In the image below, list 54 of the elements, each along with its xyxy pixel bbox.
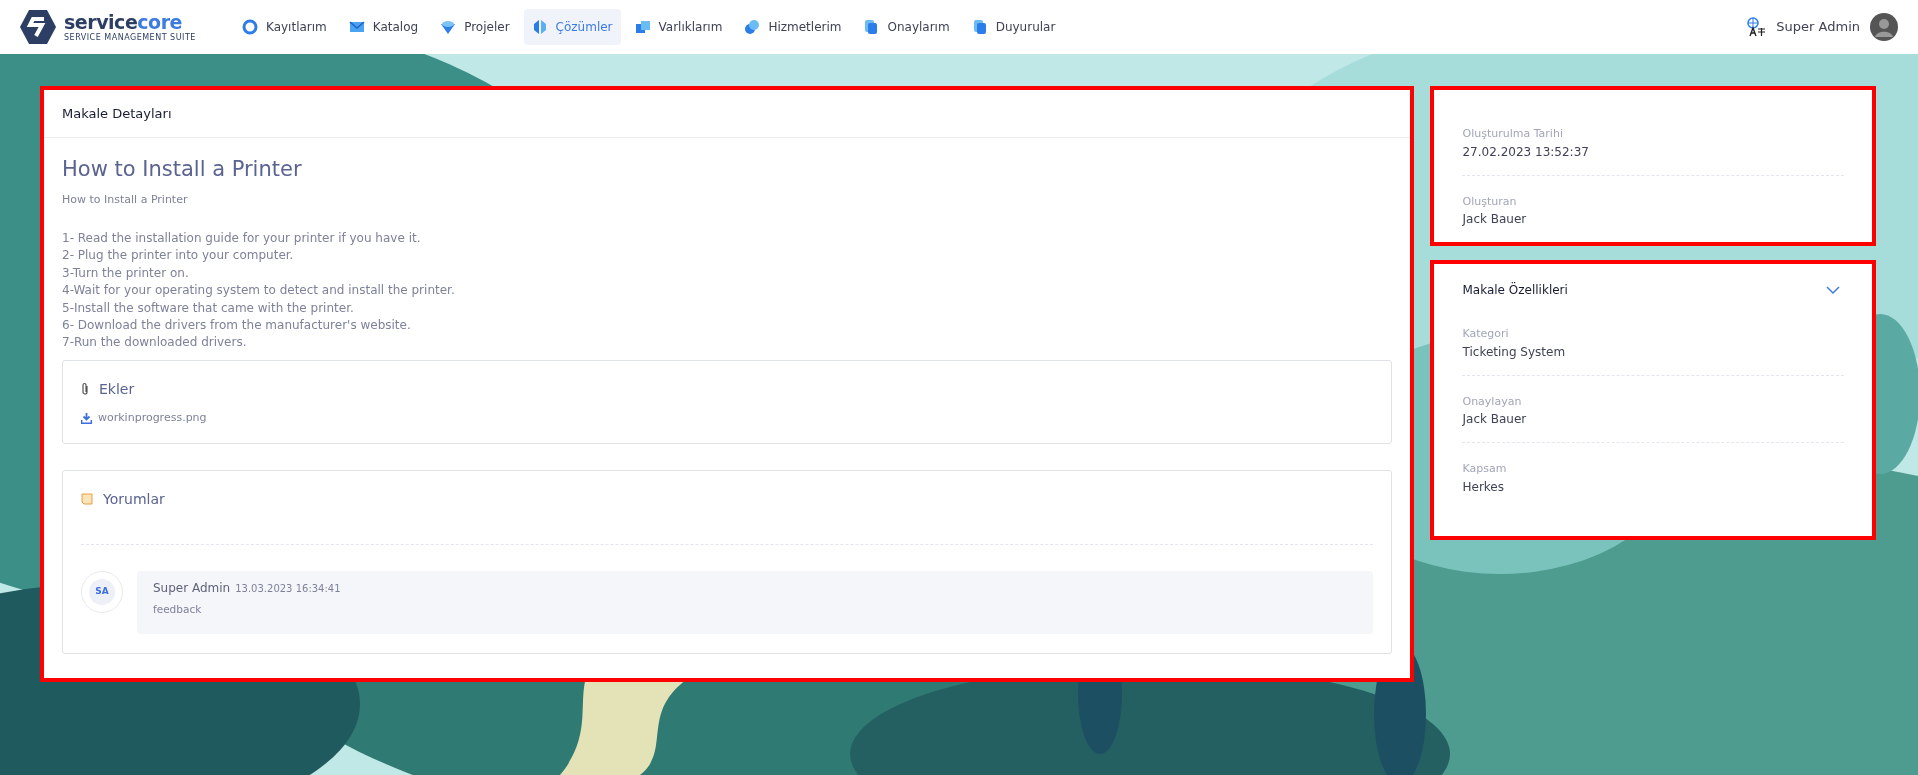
brand-tagline: SERVICE MANAGEMENT SUITE [64, 33, 196, 42]
properties-title: Makale Özellikleri [1462, 281, 1568, 299]
ring-icon [242, 19, 258, 35]
translate-icon[interactable] [1746, 17, 1767, 37]
user-name[interactable]: Super Admin [1776, 17, 1860, 37]
step-text: 4-Wait for your operating system to detect and install the printer. [62, 282, 456, 300]
field-label: Oluşturulma Tarihi [1462, 126, 1564, 142]
field-value: Herkes [1462, 478, 1505, 496]
file-link[interactable]: workinprogress.png [98, 409, 207, 427]
hexagon-icon [531, 19, 548, 35]
nav-tab[interactable]: Katalog [340, 9, 427, 45]
comment-text: feedback [153, 601, 203, 617]
documents-icon [971, 19, 988, 35]
step-text: 7-Run the downloaded drivers. [62, 334, 248, 352]
field-value: Ticketing System [1462, 343, 1567, 361]
avatar-initials: SA [89, 578, 115, 605]
cubes-icon [634, 19, 651, 35]
nav-tab[interactable]: Kayıtlarım [234, 9, 335, 45]
field-label: Onaylayan [1462, 393, 1523, 410]
envelope-icon [348, 19, 365, 35]
circles-icon [744, 19, 761, 35]
step-text: 1- Read the installation guide for your printer if you have it. [62, 230, 422, 247]
field-label: Kapsam [1462, 461, 1508, 477]
comment-date: 13.03.2023 16:34:41 [235, 581, 341, 596]
nav-tab[interactable]: Varlıklarım [626, 9, 731, 45]
chevron-icon[interactable] [1826, 285, 1840, 295]
diamond-icon [440, 19, 457, 35]
nav-tab[interactable]: Duyurular [963, 9, 1064, 45]
step-text: 6- Download the drivers from the manufacturer's website. [62, 317, 412, 335]
step-text: 2- Plug the printer into your computer. [62, 247, 295, 265]
comments-title: Yorumlar [103, 489, 165, 509]
field-value: 27.02.2023 13:52:37 [1462, 143, 1590, 161]
nav-tab[interactable]: Projeler [432, 9, 518, 45]
note-icon [81, 493, 93, 506]
field-value: Jack Bauer [1462, 211, 1528, 228]
nav-tab[interactable]: Çözümler [523, 9, 621, 45]
comment-author: Super Admin [153, 579, 231, 597]
card-title: Makale Detayları [62, 104, 172, 123]
nav-tab[interactable]: Hizmetlerim [736, 9, 850, 45]
nav-tab[interactable]: Onaylarım [855, 9, 958, 45]
field-label: Oluşturan [1462, 193, 1518, 210]
paperclip-icon [81, 382, 89, 397]
field-label: Kategori [1462, 326, 1510, 342]
step-text: 3-Turn the printer on. [62, 264, 190, 282]
brand-name: servicecore [64, 12, 183, 32]
documents-icon [863, 19, 880, 35]
field-value: Jack Bauer [1462, 411, 1528, 428]
step-text: 5-Install the software that came with the printer. [62, 299, 355, 317]
article-title: How to Install a Printer [62, 156, 303, 183]
logo-icon [20, 10, 56, 44]
avatar-icon[interactable] [1870, 13, 1898, 41]
download-icon [81, 412, 92, 424]
article-subtitle: How to Install a Printer [62, 191, 189, 208]
attachments-title: Ekler [99, 379, 135, 399]
